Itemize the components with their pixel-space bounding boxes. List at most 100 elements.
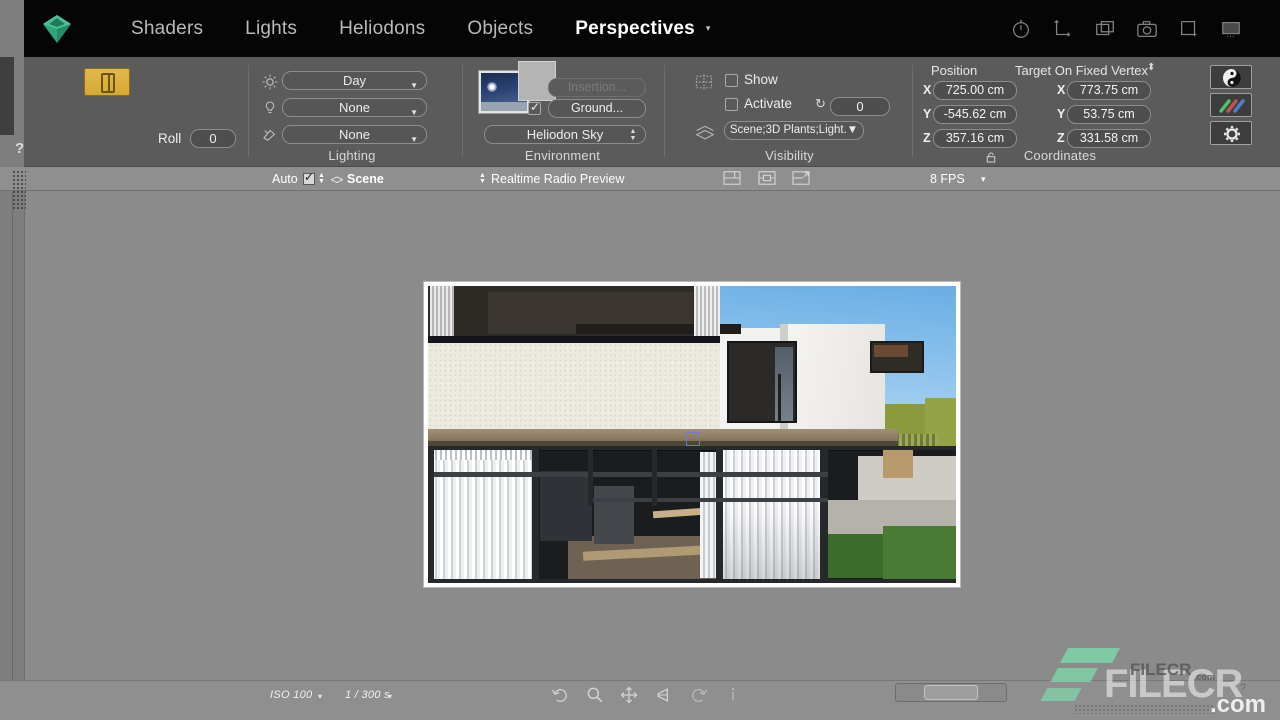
split-layout-icon[interactable] xyxy=(723,170,741,186)
shutter-caret-icon[interactable]: ▾ xyxy=(388,692,392,701)
render-far-door xyxy=(883,448,913,478)
ribbon-separator-1 xyxy=(248,65,249,157)
help-icon[interactable]: ? xyxy=(15,140,24,157)
menu-item-perspectives[interactable]: Perspectives xyxy=(554,18,716,40)
screen-icon[interactable] xyxy=(1220,18,1242,40)
insertion-button[interactable]: Insertion... xyxy=(548,78,646,97)
activate-label: Activate xyxy=(744,96,792,111)
sun-icon[interactable] xyxy=(260,73,280,91)
target-y-input[interactable]: 53.75 cm xyxy=(1067,105,1151,124)
render-mullion-h1 xyxy=(428,472,828,477)
render-mullion-bottom xyxy=(428,579,956,583)
iso-caret-icon[interactable]: ▾ xyxy=(318,692,322,701)
duplicate-window-icon[interactable] xyxy=(1094,18,1116,40)
chevron-down-icon[interactable]: ▾ xyxy=(706,23,725,34)
position-axis-x-label: X xyxy=(923,83,931,97)
info-icon[interactable] xyxy=(723,685,743,705)
menu-item-shaders[interactable]: Shaders xyxy=(110,18,224,40)
ribbon-separator-2 xyxy=(462,65,463,157)
menu-item-lights[interactable]: Lights xyxy=(224,18,318,40)
iso-label[interactable]: ISO 100 xyxy=(270,689,312,701)
lighting-effect-combo[interactable]: None ▼ xyxy=(282,125,427,144)
roll-input[interactable]: 0 xyxy=(190,129,236,148)
effects-button[interactable] xyxy=(1210,93,1252,117)
panel-grip-handle[interactable] xyxy=(12,170,26,210)
render-mullion-left-edge xyxy=(428,446,434,583)
left-rail-divider xyxy=(12,191,13,680)
position-y-input[interactable]: -545.62 cm xyxy=(933,105,1017,124)
shutter-label[interactable]: 1 / 300 s xyxy=(345,689,390,701)
roll-label: Roll xyxy=(158,131,181,146)
sky-spinbox[interactable]: Heliodon Sky ▲▼ xyxy=(484,125,646,144)
axis-icon[interactable] xyxy=(1052,18,1074,40)
position-z-input[interactable]: 357.16 cm xyxy=(933,129,1017,148)
target-spinner-icon[interactable]: ⬍ xyxy=(1147,62,1155,73)
ground-button[interactable]: Ground... xyxy=(548,99,646,118)
contrast-button[interactable] xyxy=(1210,65,1252,89)
ground-checkbox[interactable] xyxy=(528,102,541,115)
cone-icon[interactable] xyxy=(654,685,674,705)
resize-grip[interactable] xyxy=(1074,704,1214,714)
visibility-layers-dropdown[interactable]: Scene;3D Plants;Light.▼ xyxy=(724,121,864,140)
auto-checkbox[interactable] xyxy=(303,173,315,185)
settings-button[interactable] xyxy=(1210,121,1252,145)
zoom-icon[interactable] xyxy=(585,685,605,705)
lighting-day-combo[interactable]: Day ▼ xyxy=(282,71,427,90)
lighting-group-label: Lighting xyxy=(252,148,452,163)
sky-value: Heliodon Sky xyxy=(527,127,604,142)
auto-spinner-icon[interactable]: ▲▼ xyxy=(318,173,325,185)
render-grass-1 xyxy=(826,534,886,578)
visibility-group-label: Visibility xyxy=(682,148,897,163)
layers-icon[interactable] xyxy=(330,173,344,185)
menu-item-objects[interactable]: Objects xyxy=(446,18,554,40)
layers-icon[interactable] xyxy=(692,123,718,143)
selection-marker[interactable] xyxy=(686,432,700,446)
lighting-lamp-combo[interactable]: None ▼ xyxy=(282,98,427,117)
render-interior-object-2 xyxy=(594,486,634,544)
chevron-down-icon[interactable]: ▼ xyxy=(410,131,418,148)
scrubber-thumb[interactable] xyxy=(924,685,978,700)
target-x-input[interactable]: 773.75 cm xyxy=(1067,81,1151,100)
target-z-input[interactable]: 331.58 cm xyxy=(1067,129,1151,148)
timeline-scrubber[interactable] xyxy=(895,683,1007,702)
fps-caret-icon[interactable]: ▾ xyxy=(981,174,986,185)
redo-icon[interactable] xyxy=(689,685,709,705)
ribbon-group-lighting: Day ▼ None ▼ None ▼ Lighting xyxy=(252,57,452,167)
auto-label: Auto xyxy=(272,172,298,186)
bulb-icon[interactable] xyxy=(260,99,280,117)
render-curtain-left xyxy=(432,450,536,579)
activate-input[interactable]: 0 xyxy=(830,97,890,116)
spray-icon[interactable] xyxy=(260,126,280,144)
grid-icon[interactable] xyxy=(692,72,716,92)
move-icon[interactable] xyxy=(619,685,639,705)
environment-group-label: Environment xyxy=(470,148,655,163)
scene-label[interactable]: Scene xyxy=(347,172,384,186)
render-window-recessed xyxy=(870,341,924,373)
preview-spinner-icon[interactable]: ▲▼ xyxy=(479,173,486,185)
menu-item-heliodons[interactable]: Heliodons xyxy=(318,18,446,40)
viewport-canvas[interactable] xyxy=(0,191,1280,680)
spinner-up-down-icon[interactable]: ▲▼ xyxy=(629,128,637,142)
target-axis-y-label: Y xyxy=(1057,107,1065,121)
render-mullion-v4 xyxy=(588,446,593,506)
stopwatch-icon[interactable] xyxy=(1010,18,1032,40)
detach-layout-icon[interactable] xyxy=(792,170,810,186)
position-x-input[interactable]: 725.00 cm xyxy=(933,81,1017,100)
chevron-down-icon[interactable]: ▼ xyxy=(410,104,418,121)
crop-icon[interactable] xyxy=(1178,18,1200,40)
target-axis-x-label: X xyxy=(1057,83,1065,97)
undo-icon[interactable] xyxy=(550,685,570,705)
coordinates-group-label: Coordinates xyxy=(935,148,1185,163)
render-column xyxy=(778,374,781,422)
render-image[interactable] xyxy=(428,286,956,583)
camera-lens-icon[interactable] xyxy=(84,68,130,96)
render-glazing-upper xyxy=(727,341,797,423)
chevron-down-icon[interactable]: ▼ xyxy=(410,77,418,94)
render-frame[interactable] xyxy=(424,282,960,587)
quad-layout-icon[interactable] xyxy=(758,170,776,186)
render-curtain-right-shading xyxy=(722,450,826,580)
activate-checkbox[interactable] xyxy=(725,98,738,111)
app-logo[interactable] xyxy=(40,14,74,44)
show-checkbox[interactable] xyxy=(725,74,738,87)
camera-icon[interactable] xyxy=(1136,18,1158,40)
